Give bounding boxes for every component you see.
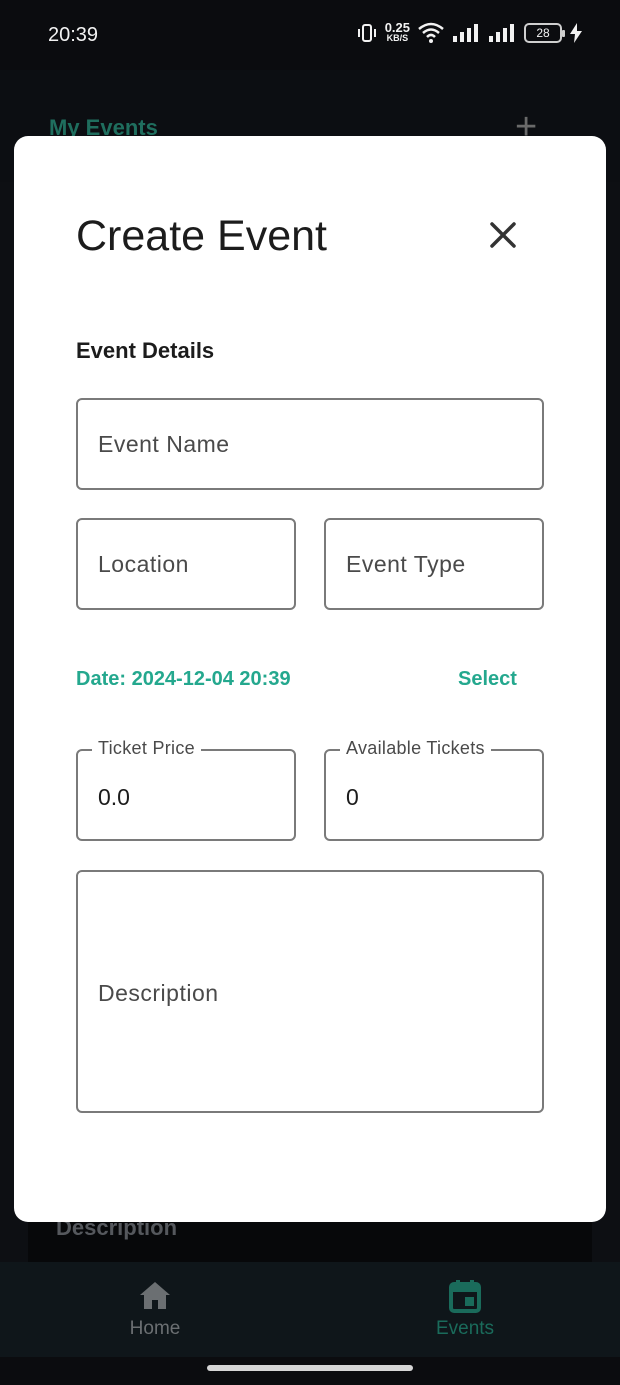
location-field[interactable]: Location <box>76 518 296 610</box>
battery-level: 28 <box>536 26 550 40</box>
nav-label-home: Home <box>129 1318 181 1339</box>
section-title: Event Details <box>76 338 215 363</box>
date-text: Date: 2024-12-04 20:39 <box>76 668 291 690</box>
available-tickets-value: 0 <box>346 784 359 810</box>
location-placeholder: Location <box>98 551 189 577</box>
network-speed-value: 0.25 <box>384 20 410 35</box>
home-icon <box>140 1282 170 1309</box>
wifi-icon <box>418 22 444 43</box>
available-tickets-label: Available Tickets <box>340 738 491 759</box>
nav-label-events: Events <box>435 1318 495 1339</box>
select-date-button[interactable]: Select <box>458 668 517 691</box>
close-icon[interactable] <box>482 214 524 256</box>
nav-item-home[interactable]: Home <box>55 1262 255 1357</box>
status-bar: 20:39 0.25 KB/S 28 <box>0 0 620 70</box>
network-speed-unit: KB/S <box>386 33 409 43</box>
signal-icon <box>453 24 478 42</box>
event-name-placeholder: Event Name <box>98 431 230 457</box>
gesture-bar[interactable] <box>207 1365 413 1371</box>
screen: 20:39 0.25 KB/S 28 My Events + Descripti… <box>0 0 620 1385</box>
ticket-price-label: Ticket Price <box>92 738 201 759</box>
ticket-price-field[interactable]: Ticket Price 0.0 <box>76 738 296 841</box>
battery-icon: 28 <box>524 23 565 43</box>
dialog-title: Create Event <box>76 212 327 260</box>
event-type-placeholder: Event Type <box>346 551 466 577</box>
event-type-field[interactable]: Event Type <box>324 518 544 610</box>
status-icons: 0.25 KB/S 28 <box>357 20 582 44</box>
description-placeholder: Description <box>98 980 219 1006</box>
calendar-icon <box>449 1280 481 1313</box>
signal-icon-2 <box>489 24 514 42</box>
network-speed: 0.25 KB/S <box>384 20 410 43</box>
available-tickets-field[interactable]: Available Tickets 0 <box>324 738 544 841</box>
gesture-area <box>0 1357 620 1385</box>
description-field[interactable]: Description <box>76 870 544 1113</box>
event-name-field[interactable]: Event Name <box>76 398 544 490</box>
charging-icon <box>570 23 582 43</box>
nav-item-events[interactable]: Events <box>365 1262 565 1357</box>
bottom-nav: Home Events <box>0 1262 620 1357</box>
ticket-price-value: 0.0 <box>98 784 130 810</box>
status-time: 20:39 <box>48 24 99 46</box>
create-event-dialog: Create Event Event Details Event Name Lo… <box>14 136 606 1222</box>
vibrate-icon <box>357 24 376 42</box>
